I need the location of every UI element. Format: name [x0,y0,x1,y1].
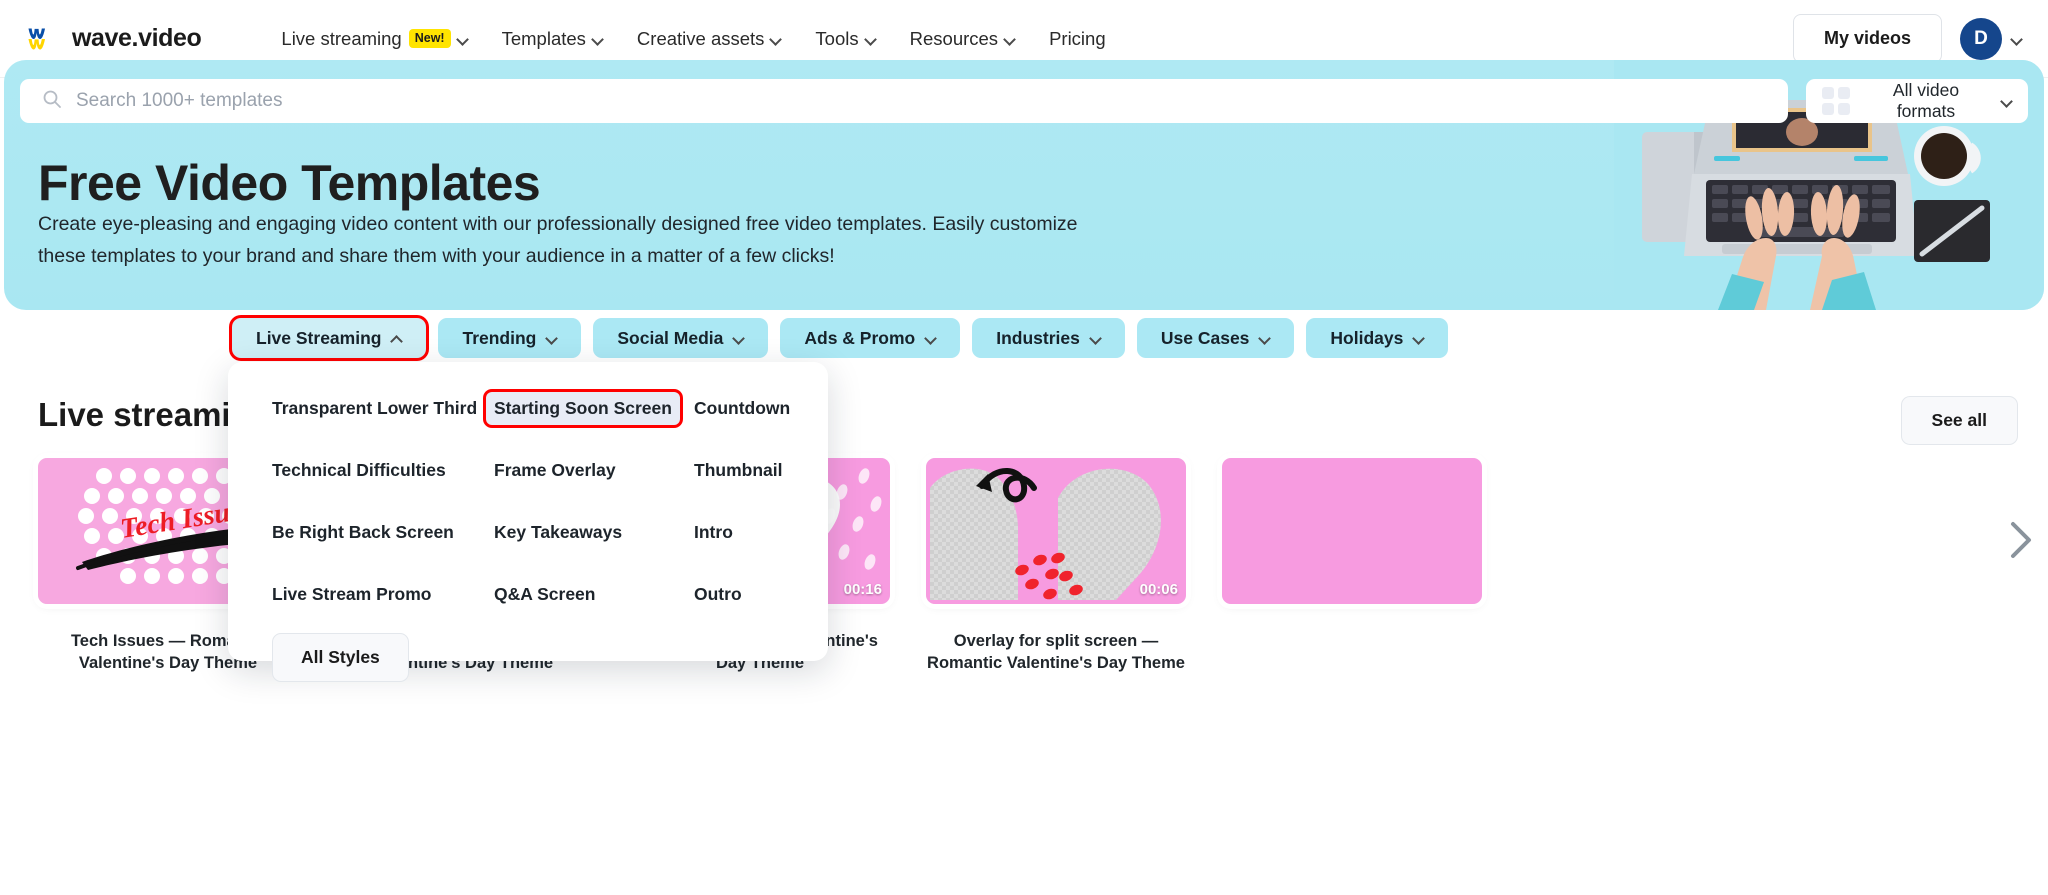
chip-label: Use Cases [1160,327,1250,348]
filter-chip-trending[interactable]: Trending [438,318,582,358]
dropdown-item-live-stream-promo[interactable]: Live Stream Promo [264,578,440,611]
search-row: Search 1000+ templates All video formats [20,79,2028,123]
grid-icon [1822,87,1850,115]
account-menu[interactable]: D [1960,17,2022,60]
nav-label: Templates [501,27,586,49]
nav-label: Pricing [1049,27,1106,49]
search-placeholder: Search 1000+ templates [76,90,283,111]
search-input[interactable]: Search 1000+ templates [20,79,1788,123]
chevron-up-icon [392,333,402,343]
nav-item-tools[interactable]: Tools [815,28,875,50]
hero-description: Create eye-pleasing and engaging video c… [38,213,1078,267]
chevron-down-icon [771,34,781,44]
filter-chip-use-cases[interactable]: Use Cases [1136,318,1295,358]
chevron-down-icon [547,333,557,343]
chevron-down-icon [593,34,603,44]
live-streaming-dropdown-panel: Transparent Lower Third Starting Soon Sc… [228,362,828,682]
chevron-down-icon [1260,333,1270,343]
template-thumbnail: 00:06 [926,458,1186,604]
nav-label: Creative assets [636,27,765,49]
dropdown-item-thumbnail[interactable]: Thumbnail [686,454,790,487]
chip-label: Ads & Promo [804,327,916,348]
template-thumbnail [1222,458,1482,604]
duration-badge: 00:06 [1139,581,1178,598]
chip-label: Live Streaming [256,327,382,348]
dropdown-item-frame-overlay[interactable]: Frame Overlay [486,454,624,487]
chevron-down-icon [926,333,936,343]
nav-label: Resources [909,27,999,49]
chip-label: Social Media [617,327,724,348]
nav-label: Tools [815,27,859,49]
nav-item-creative-assets[interactable]: Creative assets [637,28,782,50]
brand-name: wave.video [72,24,202,52]
dropdown-item-transparent-lower-third[interactable]: Transparent Lower Third [264,392,485,425]
chevron-right-icon [2007,519,2033,566]
chevron-down-icon [1005,34,1015,44]
video-format-select[interactable]: All video formats [1806,79,2028,123]
template-card[interactable]: 00:06 Overlay for split screen — Romanti… [926,458,1186,674]
chevron-down-icon [458,34,468,44]
dropdown-item-outro[interactable]: Outro [686,578,750,611]
filter-chip-holidays[interactable]: Holidays [1306,318,1449,358]
template-card-partial[interactable] [1222,458,1482,674]
chevron-down-icon [734,333,744,343]
dropdown-item-be-right-back-screen[interactable]: Be Right Back Screen [264,516,462,549]
nav-label: Live streaming [281,27,402,49]
dropdown-item-technical-difficulties[interactable]: Technical Difficulties [264,454,454,487]
chevron-down-icon [2002,96,2012,106]
all-styles-button[interactable]: All Styles [272,633,409,682]
nav-right-group: My videos D [1792,14,2022,63]
chip-label: Holidays [1330,327,1404,348]
search-icon [42,89,62,114]
brand-logo[interactable]: wave.video [28,24,202,53]
primary-nav: Live streaming New! Templates Creative a… [281,28,1105,50]
video-format-value: All video formats [1892,80,1960,121]
chevron-down-icon [1414,333,1424,343]
duration-badge: 00:16 [843,581,882,598]
see-all-button[interactable]: See all [1900,396,2018,445]
dropdown-item-intro[interactable]: Intro [686,516,741,549]
category-filter-bar: Live Streaming Trending Social Media Ads… [232,318,1449,358]
chip-label: Industries [996,327,1080,348]
filter-chip-ads-promo[interactable]: Ads & Promo [780,318,961,358]
chevron-down-icon [866,34,876,44]
dropdown-item-key-takeaways[interactable]: Key Takeaways [486,516,630,549]
filter-chip-social-media[interactable]: Social Media [593,318,769,358]
dropdown-item-qa-screen[interactable]: Q&A Screen [486,578,603,611]
filter-chip-industries[interactable]: Industries [972,318,1125,358]
dropdown-item-countdown[interactable]: Countdown [686,392,798,425]
page-root: wave.video Live streaming New! Templates… [0,0,2048,895]
filter-chip-live-streaming[interactable]: Live Streaming [232,318,427,358]
nav-item-live-streaming[interactable]: Live streaming New! [281,28,467,50]
chevron-down-icon [1091,333,1101,343]
wave-w-logo-icon [28,27,62,51]
dropdown-item-starting-soon-screen[interactable]: Starting Soon Screen [486,392,680,425]
nav-item-templates[interactable]: Templates [502,28,603,50]
my-videos-button[interactable]: My videos [1792,14,1942,63]
page-title: Free Video Templates [38,155,541,211]
chevron-down-icon [2012,34,2022,44]
nav-item-pricing[interactable]: Pricing [1049,28,1106,50]
avatar: D [1960,17,2002,60]
new-badge: New! [408,29,451,48]
nav-item-resources[interactable]: Resources [910,28,1015,50]
chip-label: Trending [462,327,537,348]
dropdown-item-grid: Transparent Lower Third Starting Soon Sc… [228,392,828,611]
carousel-next-button[interactable] [2000,512,2040,572]
template-title: Overlay for split screen — Romantic Vale… [927,632,1185,672]
